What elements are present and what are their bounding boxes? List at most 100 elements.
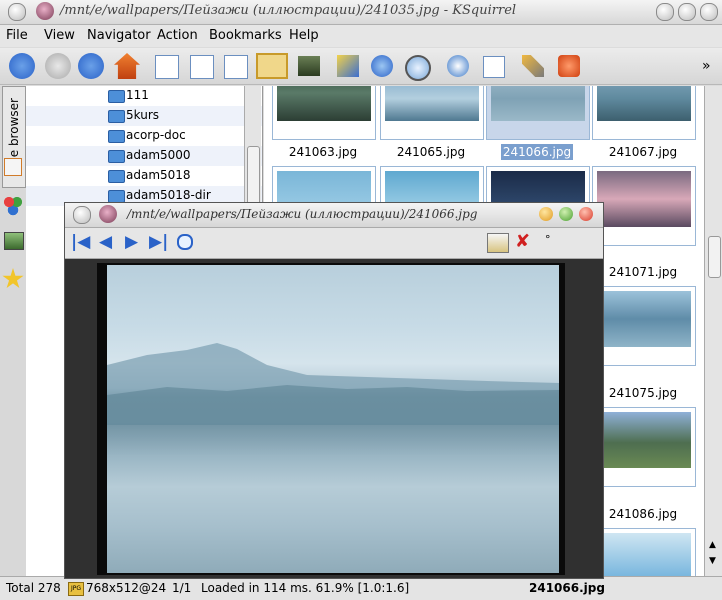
viewer-title: /mnt/e/wallpapers/Пейзажи (иллюстрации)/… [127,207,478,221]
tree-item-label: 5kurs [126,108,160,122]
folder-icon [108,170,125,183]
thumbnail-label: 241065.jpg [396,145,466,159]
thumbnail-label-selected: 241066.jpg [500,144,574,160]
status-dimensions: 768x512@24 [86,581,167,595]
zoom-in-icon[interactable] [177,234,193,250]
view-details-icon[interactable] [224,55,248,79]
thumbnail-241063[interactable] [272,86,376,140]
status-total: Total 278 [6,581,61,595]
window-titlebar[interactable]: /mnt/e/wallpapers/Пейзажи (иллюстрации)/… [0,0,722,25]
thumbnail-image [491,86,585,121]
filter-icon[interactable] [483,56,505,78]
maximize-button[interactable] [678,3,696,21]
tree-item[interactable]: adam5000 [26,146,262,166]
forward-icon[interactable] [45,53,71,79]
thumbnail-scroll-handle[interactable] [708,236,721,278]
window-title: /mnt/e/wallpapers/Пейзажи (иллюстрации)/… [60,3,517,18]
thumbnail-label: 241067.jpg [608,145,678,159]
image-canvas[interactable] [97,263,565,575]
viewer-menu-button[interactable] [73,206,91,224]
home-icon[interactable] [114,53,140,79]
viewer-maximize-button[interactable] [559,207,573,221]
photo-hills [107,343,559,425]
tree-item-label: adam5018-dir [126,188,211,202]
window-menu-button[interactable] [8,3,26,21]
close-image-icon[interactable]: ✘ [515,231,530,252]
copy-icon[interactable] [337,55,359,77]
prev-image-icon[interactable]: ◀ [99,232,112,252]
jpg-format-icon: JPG [68,582,84,596]
settings-icon[interactable] [371,55,393,77]
last-image-icon[interactable]: ▶| [149,232,168,252]
viewer-toolbar: |◀ ◀ ▶ ▶| ✘ ° [65,228,603,259]
view-icons-icon[interactable] [155,55,179,79]
menu-file[interactable]: File [6,28,28,43]
images-tab-icon[interactable] [4,232,24,250]
viewer-titlebar[interactable]: /mnt/e/wallpapers/Пейзажи (иллюстрации)/… [65,203,603,228]
thumbnail-label: 241071.jpg [608,265,678,279]
speedometer-icon[interactable] [447,55,469,77]
thumbnail-241066[interactable] [486,86,590,140]
bookmarks-star-icon[interactable] [2,268,24,289]
tools-icon[interactable] [522,55,544,77]
thumbnail-241065[interactable] [380,86,484,140]
tree-item[interactable]: 111 [26,86,262,106]
slideshow-icon[interactable] [298,56,320,76]
thumbnail-image [597,412,691,468]
view-list-icon[interactable] [190,55,214,79]
menu-help[interactable]: Help [289,28,319,43]
menu-bookmarks[interactable]: Bookmarks [209,28,282,43]
menu-action[interactable]: Action [157,28,198,43]
browser-tab-icon[interactable] [4,158,22,176]
thumbnail-image [385,86,479,121]
close-button[interactable] [700,3,718,21]
thumbnail-image [597,291,691,347]
properties-icon[interactable] [487,233,509,253]
scroll-down-arrow-icon[interactable]: ▼ [709,556,716,566]
categories-tab-icon[interactable] [3,196,23,216]
status-filename: 241066.jpg [529,581,605,595]
menubar: File View Navigator Action Bookmarks Hel… [0,25,722,47]
thumbnail-image [597,533,691,576]
viewer-toolbar-extra: ° [545,233,551,246]
minimize-button[interactable] [656,3,674,21]
tree-item[interactable]: adam5018 [26,166,262,186]
up-icon[interactable] [78,53,104,79]
thumbnail-label: 241063.jpg [288,145,358,159]
status-loaded: Loaded in 114 ms. 61.9% [1.0:1.6] [201,581,410,595]
thumbnail-241086[interactable] [592,407,696,487]
status-page: 1/1 [172,581,192,595]
view-thumbnails-icon[interactable] [256,53,288,79]
quit-icon[interactable] [558,55,580,77]
statusbar: Total 278 JPG 768x512@24 1/1 Loaded in 1… [0,576,722,600]
landscape-photo [107,265,559,573]
viewer-close-button[interactable] [579,207,593,221]
next-image-icon[interactable]: ▶ [125,232,138,252]
thumbnail-cell[interactable] [592,528,696,576]
thumbnail-image [597,171,691,227]
main-toolbar: » [0,48,722,85]
thumbnail-label: 241086.jpg [608,507,678,521]
thumbnail-241075[interactable] [592,286,696,366]
viewer-minimize-button[interactable] [539,207,553,221]
menu-view[interactable]: View [44,28,75,43]
app-logo-icon [36,2,54,20]
sidebar-tabs: File browser [0,86,27,576]
thumbnail-241067[interactable] [592,86,696,140]
tree-item[interactable]: acorp-doc [26,126,262,146]
tree-item[interactable]: 5kurs [26,106,262,126]
thumbnail-241071[interactable] [592,166,696,246]
image-viewer-window: /mnt/e/wallpapers/Пейзажи (иллюстрации)/… [64,202,604,579]
thumbnail-image [277,86,371,121]
first-image-icon[interactable]: |◀ [71,232,90,252]
menu-navigator[interactable]: Navigator [87,28,151,43]
tree-item-label: 111 [126,88,149,102]
toolbar-overflow[interactable]: » [702,58,711,74]
zoom-icon[interactable] [405,55,431,81]
scroll-up-arrow-icon[interactable]: ▲ [709,540,716,550]
folder-icon [108,150,125,163]
folder-icon [108,110,125,123]
thumbnail-scrollbar[interactable]: ▲ ▼ [704,86,722,576]
back-icon[interactable] [9,53,35,79]
viewer-logo-icon [99,205,117,223]
